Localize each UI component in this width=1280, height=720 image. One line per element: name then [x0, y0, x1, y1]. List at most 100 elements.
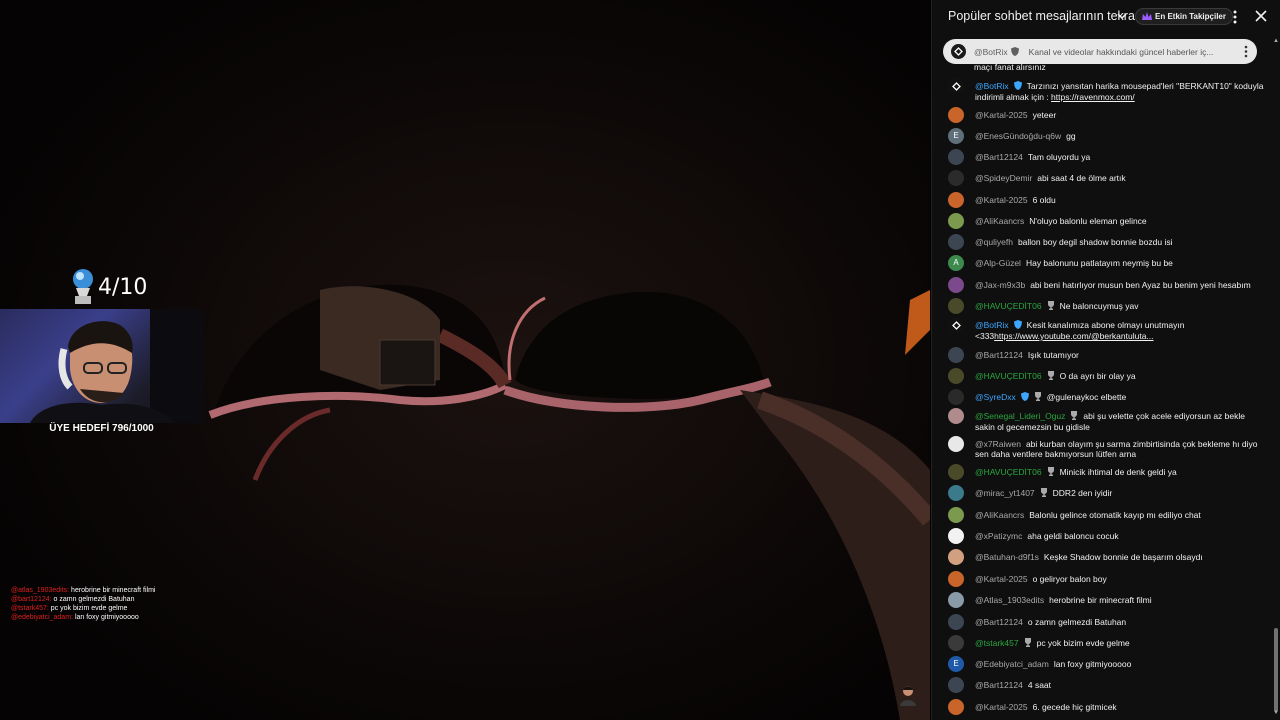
chat-message[interactable]: @AliKaancrs N'oluyo balonlu eleman gelinc… [948, 213, 1266, 229]
chat-message[interactable]: @HAVUÇEDİT06 Minicik ihtimal de denk geld… [948, 464, 1266, 480]
chat-message[interactable]: @BotRix Kesit kanalımıza abone olmayı unu… [948, 317, 1266, 341]
avatar[interactable] [948, 677, 964, 693]
chat-username[interactable]: @BotRix [975, 320, 1009, 330]
avatar[interactable] [948, 699, 964, 715]
chat-username[interactable]: @HAVUÇEDİT06 [975, 467, 1042, 477]
chat-message[interactable]: @SpideyDemir abi saat 4 de ölme artık [948, 170, 1266, 186]
chat-username[interactable]: @Bart12124 [975, 680, 1023, 690]
chat-username[interactable]: @Kartal-2025 [975, 110, 1028, 120]
chat-message[interactable]: @HAVUÇEDİT06 Ne baloncuymuş yav [948, 298, 1266, 314]
chat-message[interactable]: @Senegal_Lideri_Oguz abi şu velette çok a… [948, 408, 1266, 432]
chat-username[interactable]: @Batuhan-d9f1s [975, 552, 1039, 562]
chat-username[interactable]: @Senegal_Lideri_Oguz [975, 411, 1065, 421]
chat-username[interactable]: @mirac_yt1407 [975, 488, 1035, 498]
chat-username[interactable]: @Edebiyatci_adam [975, 659, 1049, 669]
more-options-icon[interactable] [1228, 9, 1242, 25]
avatar[interactable] [948, 213, 964, 229]
chat-message-list[interactable]: @BotRix Tarzınızı yansıtan harika mousepa… [932, 64, 1272, 720]
chat-message[interactable]: @Kartal-2025 6. gecede hiç gitmicek [948, 699, 1266, 715]
chat-message[interactable]: @Kartal-2025 6 oldu [948, 192, 1266, 208]
avatar[interactable] [948, 389, 964, 405]
chat-message[interactable]: @Kartal-2025 o geliryor balon boy [948, 571, 1266, 587]
pinned-message[interactable]: @BotRix Kanal ve videolar hakkındaki gün… [943, 39, 1257, 64]
chat-message[interactable]: @Kartal-2025 yeteer [948, 107, 1266, 123]
avatar[interactable]: E [948, 128, 964, 144]
chat-message[interactable]: @tstark457 pc yok bizim evde gelme [948, 635, 1266, 651]
chat-username[interactable]: @Jax-m9x3b [975, 280, 1025, 290]
chat-message[interactable]: @Batuhan-d9f1s Keşke Shadow bonnie de baş… [948, 549, 1266, 565]
avatar[interactable] [948, 368, 964, 384]
chat-message[interactable]: A @Alp-Güzel Hay balonunu patlatayım neymi… [948, 255, 1266, 271]
avatar[interactable] [948, 464, 964, 480]
chat-username[interactable]: @Bart12124 [975, 350, 1023, 360]
avatar[interactable] [948, 277, 964, 293]
chat-message[interactable]: @SyreDxx @gulenaykoc elbette [948, 389, 1266, 405]
chat-link[interactable]: https://www.youtube.com/@berkantuluta... [994, 331, 1153, 341]
chat-username[interactable]: @Bart12124 [975, 617, 1023, 627]
chat-username[interactable]: @SyreDxx [975, 392, 1016, 402]
chat-username[interactable]: @BotRix [975, 81, 1009, 91]
chat-message[interactable]: @AliKaancrs Balonlu gelince otomatik kayı… [948, 507, 1266, 523]
scroll-up-icon[interactable]: ▲ [1273, 38, 1279, 44]
avatar[interactable] [948, 635, 964, 651]
avatar[interactable] [948, 408, 964, 424]
chat-username[interactable]: @xPatizymc [975, 531, 1022, 541]
chat-link[interactable]: https://ravenmox.com/ [1051, 92, 1135, 102]
avatar[interactable] [948, 170, 964, 186]
chat-username[interactable]: @EnesGündoğdu-q6w [975, 131, 1061, 141]
chat-message[interactable]: @xPatizymc aha geldi baloncu cocuk [948, 528, 1266, 544]
avatar[interactable] [948, 485, 964, 501]
chat-message[interactable]: @Bart12124 Işık tutamıyor [948, 347, 1266, 363]
chat-message[interactable]: @mirac_yt1407 DDR2 den iyidir [948, 485, 1266, 501]
chat-message[interactable]: @HAVUÇEDİT06 O da ayrı bir olay ya [948, 368, 1266, 384]
chat-username[interactable]: @HAVUÇEDİT06 [975, 371, 1042, 381]
chat-username[interactable]: @Kartal-2025 [975, 195, 1028, 205]
top-fans-button[interactable]: En Etkin Takipçiler [1135, 8, 1233, 25]
avatar[interactable] [948, 571, 964, 587]
avatar[interactable] [948, 234, 964, 250]
chevron-down-icon[interactable] [1116, 10, 1128, 22]
chat-username[interactable]: @HAVUÇEDİT06 [975, 301, 1042, 311]
chat-username[interactable]: @Kartal-2025 [975, 574, 1028, 584]
avatar[interactable] [948, 436, 964, 452]
avatar[interactable]: E [948, 656, 964, 672]
chat-username[interactable]: @tstark457 [975, 638, 1019, 648]
scroll-down-icon[interactable]: ▼ [1273, 710, 1279, 716]
avatar[interactable] [948, 298, 964, 314]
chat-scrollbar-thumb[interactable] [1274, 628, 1278, 712]
avatar[interactable] [948, 347, 964, 363]
chat-message[interactable]: E @Edebiyatci_adam lan foxy gitmiyooooo [948, 656, 1266, 672]
chat-message[interactable]: @Bart12124 Tam oluyordu ya [948, 149, 1266, 165]
avatar[interactable] [948, 78, 964, 94]
chat-message[interactable]: @BotRix Tarzınızı yansıtan harika mousepa… [948, 78, 1266, 102]
avatar[interactable] [948, 507, 964, 523]
avatar[interactable] [948, 592, 964, 608]
close-icon[interactable] [1254, 9, 1268, 23]
chat-message[interactable]: @Jax-m9x3b abi beni hatırlıyor musun ben … [948, 277, 1266, 293]
avatar[interactable] [948, 149, 964, 165]
avatar[interactable] [948, 549, 964, 565]
chat-message[interactable]: @x7Raiwen abi kurban olayım şu sarma zimb… [948, 436, 1266, 459]
avatar[interactable] [948, 614, 964, 630]
chat-username[interactable]: @Kartal-2025 [975, 702, 1028, 712]
avatar[interactable] [948, 192, 964, 208]
chat-message[interactable]: E @EnesGündoğdu-q6w gg [948, 128, 1266, 144]
chat-message[interactable]: @Bart12124 4 saat [948, 677, 1266, 693]
avatar[interactable] [948, 107, 964, 123]
avatar[interactable] [948, 528, 964, 544]
pinned-more-icon[interactable] [1243, 45, 1249, 58]
chat-username[interactable]: @x7Raiwen [975, 439, 1021, 449]
chat-username[interactable]: @Bart12124 [975, 152, 1023, 162]
chat-message[interactable]: @Bart12124 o zamn gelmezdi Batuhan [948, 614, 1266, 630]
chat-username[interactable]: @SpideyDemir [975, 173, 1032, 183]
avatar[interactable]: A [948, 255, 964, 271]
chat-username[interactable]: @AliKaancrs [975, 216, 1024, 226]
chat-username[interactable]: @quliyefh [975, 237, 1013, 247]
chat-username[interactable]: @Atlas_1903edits [975, 595, 1044, 605]
chat-message[interactable]: @quliyefh ballon boy degil shadow bonnie … [948, 234, 1266, 250]
video-player[interactable]: 4/10 ÜYE HEDEFİ 796/1000 @atlas_1903edit… [0, 0, 930, 720]
avatar[interactable] [948, 317, 964, 333]
chat-username[interactable]: @Alp-Güzel [975, 258, 1021, 268]
chat-username[interactable]: @AliKaancrs [975, 510, 1024, 520]
chat-message[interactable]: @Atlas_1903edits herobrine bir minecraft … [948, 592, 1266, 608]
